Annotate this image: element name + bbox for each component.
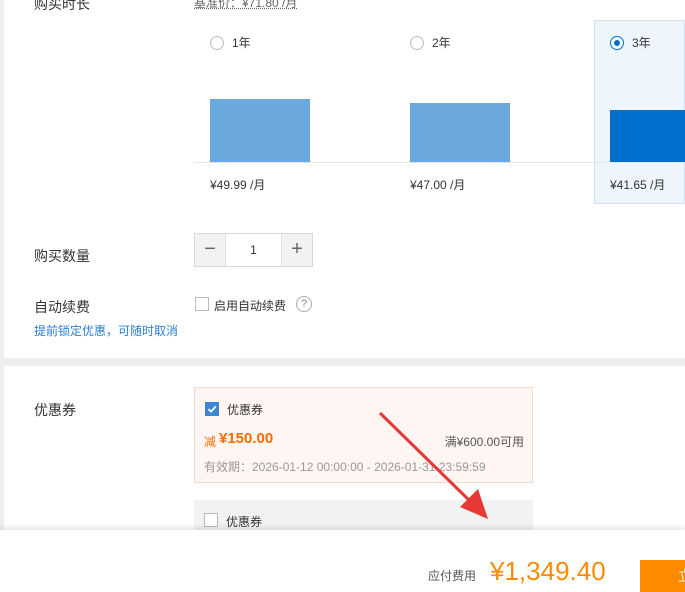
auto-renew-checkbox-label[interactable]: 启用自动续费	[214, 297, 286, 314]
coupon-checkbox-checked[interactable]	[205, 402, 219, 416]
option-label: 2年	[432, 36, 451, 50]
decrement-button[interactable]: −	[195, 234, 225, 266]
price-bar-1y	[210, 99, 310, 162]
total-price: ¥1,349.40	[490, 556, 606, 586]
option-price: ¥49.99 /月	[210, 178, 266, 192]
option-price: ¥47.00 /月	[410, 178, 466, 192]
submit-button[interactable]: 立	[640, 560, 685, 592]
check-icon	[207, 405, 217, 413]
radio-3y-selected[interactable]	[610, 36, 624, 50]
discount-amount: ¥150.00	[219, 430, 274, 447]
option-label: 3年	[632, 36, 651, 50]
option-label: 1年	[232, 36, 251, 50]
radio-2y[interactable]	[410, 36, 424, 50]
duration-option-1y[interactable]: 1年 ¥49.99 /月	[210, 34, 322, 192]
auto-renew-label: 自动续费	[34, 299, 90, 315]
increment-button[interactable]: +	[282, 234, 312, 266]
quantity-label: 购买数量	[34, 248, 90, 264]
duration-label: 购买时长	[34, 0, 90, 12]
option-price: ¥41.65 /月	[610, 178, 666, 192]
coupon-label: 优惠券	[34, 402, 76, 418]
discount-prefix: 减	[204, 435, 217, 449]
price-bar-3y	[610, 110, 685, 162]
base-price: 基准价：¥71.80 /月	[194, 0, 298, 10]
coupon-title: 优惠券	[226, 515, 263, 529]
coupon-title: 优惠券	[227, 403, 264, 417]
quantity-stepper: − 1 +	[194, 233, 313, 267]
duration-option-3y[interactable]: 3年 ¥41.65 /月	[610, 34, 685, 192]
duration-option-2y[interactable]: 2年 ¥47.00 /月	[410, 34, 522, 192]
auto-renew-checkbox[interactable]	[195, 297, 209, 311]
coupon-checkbox[interactable]	[204, 513, 218, 527]
auto-renew-hint[interactable]: 提前锁定优惠，可随时取消	[34, 322, 178, 339]
annotation-arrow-icon	[378, 411, 488, 519]
price-bar-2y	[410, 103, 510, 162]
radio-1y[interactable]	[210, 36, 224, 50]
help-icon[interactable]: ?	[296, 296, 312, 312]
config-panel	[4, 0, 685, 358]
quantity-input[interactable]: 1	[225, 234, 282, 266]
total-label: 应付费用	[428, 569, 477, 583]
